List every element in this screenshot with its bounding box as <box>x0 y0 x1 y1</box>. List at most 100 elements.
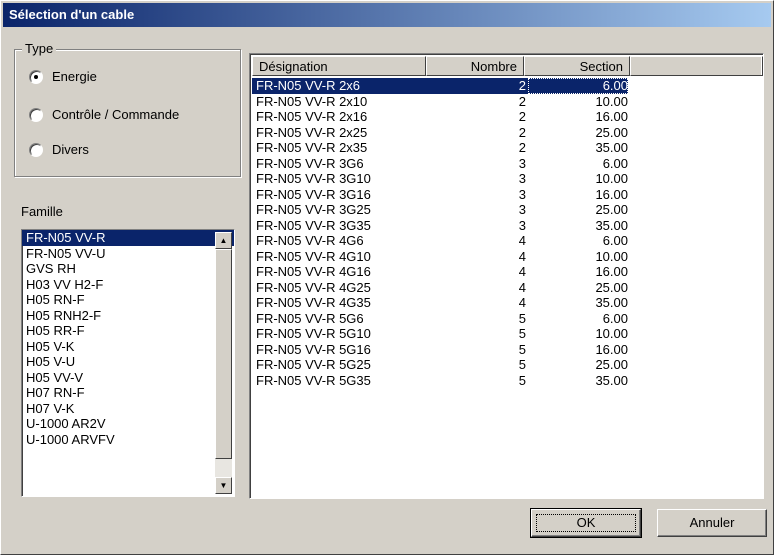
radio-divers-label[interactable]: Divers <box>52 142 89 157</box>
cell-section: 16.00 <box>595 264 628 279</box>
cell-nombre: 4 <box>518 264 526 279</box>
cell-section: 10.00 <box>595 248 628 264</box>
cell-section: 16.00 <box>595 109 628 124</box>
cancel-button[interactable]: Annuler <box>657 509 767 537</box>
cell-designation: FR-N05 VV-R 2x16 <box>256 109 368 124</box>
cell-section: 6.00 <box>602 310 628 326</box>
cell-designation: FR-N05 VV-R 3G6 <box>256 155 364 171</box>
famille-item[interactable]: H07 RN-F <box>22 385 234 401</box>
famille-item[interactable]: H05 V-U <box>22 354 234 370</box>
famille-item[interactable]: U-1000 ARVFV <box>22 432 234 448</box>
cable-row[interactable]: FR-N05 VV-R 4G6 4 6.00 <box>252 233 761 249</box>
cell-designation: FR-N05 VV-R 5G25 <box>256 357 371 372</box>
cable-row[interactable]: FR-N05 VV-R 2x10 2 10.00 <box>252 94 761 110</box>
cell-section: 25.00 <box>595 124 628 140</box>
famille-item[interactable]: U-1000 AR2V <box>22 416 234 432</box>
cable-row[interactable]: FR-N05 VV-R 2x25 2 25.00 <box>252 125 761 141</box>
radio-divers-circle[interactable] <box>29 142 43 157</box>
ok-button[interactable]: OK <box>530 508 642 538</box>
cell-nombre: 2 <box>518 109 526 124</box>
famille-item[interactable]: GVS RH <box>22 261 234 277</box>
cable-row[interactable]: FR-N05 VV-R 2x6 2 6.00 <box>252 78 761 94</box>
column-header-nombre[interactable]: Nombre <box>426 56 524 76</box>
cell-designation: FR-N05 VV-R 4G35 <box>256 295 371 310</box>
cell-designation: FR-N05 VV-R 4G6 <box>256 233 364 248</box>
famille-item[interactable]: FR-N05 VV-U <box>22 246 234 262</box>
cell-designation: FR-N05 VV-R 3G10 <box>256 171 371 186</box>
cell-designation: FR-N05 VV-R 5G16 <box>256 341 371 357</box>
cable-row[interactable]: FR-N05 VV-R 3G10 3 10.00 <box>252 171 761 187</box>
type-groupbox: Type Energie Contrôle / Commande Divers <box>14 41 241 177</box>
cell-nombre: 5 <box>518 372 526 388</box>
radio-divers[interactable]: Divers <box>29 142 89 157</box>
radio-energie-circle[interactable] <box>29 69 43 84</box>
famille-item[interactable]: H05 RR-F <box>22 323 234 339</box>
cable-row[interactable]: FR-N05 VV-R 3G35 3 35.00 <box>252 218 761 234</box>
cell-section: 16.00 <box>595 186 628 202</box>
radio-controle-commande[interactable]: Contrôle / Commande <box>29 107 179 122</box>
cell-section: 6.00 <box>602 155 628 171</box>
cell-nombre: 5 <box>518 326 526 341</box>
famille-item[interactable]: H05 RN-F <box>22 292 234 308</box>
cell-nombre: 2 <box>518 93 526 109</box>
cable-row[interactable]: FR-N05 VV-R 5G16 5 16.00 <box>252 342 761 358</box>
cell-nombre: 4 <box>518 295 526 310</box>
cable-row[interactable]: FR-N05 VV-R 5G10 5 10.00 <box>252 326 761 342</box>
cell-nombre: 2 <box>518 140 526 155</box>
cable-row[interactable]: FR-N05 VV-R 4G35 4 35.00 <box>252 295 761 311</box>
column-header-section[interactable]: Section <box>524 56 630 76</box>
cell-nombre: 5 <box>518 341 526 357</box>
radio-selected-dot <box>34 74 38 79</box>
cell-designation: FR-N05 VV-R 5G10 <box>256 326 371 341</box>
cell-nombre: 3 <box>518 171 526 186</box>
cable-row[interactable]: FR-N05 VV-R 3G25 3 25.00 <box>252 202 761 218</box>
famille-item[interactable]: FR-N05 VV-R <box>22 230 234 246</box>
famille-item[interactable]: H05 RNH2-F <box>22 308 234 324</box>
famille-listbox[interactable]: FR-N05 VV-R FR-N05 VV-U GVS RH H03 VV H2… <box>21 229 235 497</box>
cell-designation: FR-N05 VV-R 2x35 <box>256 140 368 155</box>
radio-energie-label[interactable]: Energie <box>52 69 97 84</box>
cable-row[interactable]: FR-N05 VV-R 2x16 2 16.00 <box>252 109 761 125</box>
listview-body: FR-N05 VV-R 2x6 2 6.00 FR-N05 VV-R 2x10 2 10.… <box>252 78 761 496</box>
cell-section: 10.00 <box>595 171 628 186</box>
cable-row[interactable]: FR-N05 VV-R 5G6 5 6.00 <box>252 311 761 327</box>
radio-controle-commande-circle[interactable] <box>29 107 43 122</box>
cell-section: 16.00 <box>595 341 628 357</box>
cable-row[interactable]: FR-N05 VV-R 4G25 4 25.00 <box>252 280 761 296</box>
cell-section: 25.00 <box>595 279 628 295</box>
scroll-down-arrow-icon[interactable]: ▼ <box>215 477 232 494</box>
famille-item[interactable]: H05 V-K <box>22 339 234 355</box>
cable-row[interactable]: FR-N05 VV-R 5G35 5 35.00 <box>252 373 761 389</box>
cell-section: 35.00 <box>595 140 628 155</box>
cable-row[interactable]: FR-N05 VV-R 4G10 4 10.00 <box>252 249 761 265</box>
cell-designation: FR-N05 VV-R 3G35 <box>256 217 371 233</box>
cell-nombre: 2 <box>518 78 526 93</box>
scroll-thumb[interactable] <box>215 249 232 459</box>
cable-row[interactable]: FR-N05 VV-R 3G16 3 16.00 <box>252 187 761 203</box>
cell-nombre: 3 <box>518 217 526 233</box>
cell-nombre: 3 <box>518 155 526 171</box>
cable-row[interactable]: FR-N05 VV-R 5G25 5 25.00 <box>252 357 761 373</box>
cell-nombre: 5 <box>518 357 526 372</box>
cell-nombre: 4 <box>518 279 526 295</box>
famille-item[interactable]: H07 V-K <box>22 401 234 417</box>
cell-designation: FR-N05 VV-R 2x25 <box>256 124 368 140</box>
window-title: Sélection d'un cable <box>3 3 771 27</box>
cable-row[interactable]: FR-N05 VV-R 4G16 4 16.00 <box>252 264 761 280</box>
cell-designation: FR-N05 VV-R 3G16 <box>256 186 371 202</box>
famille-label: Famille <box>21 204 63 219</box>
radio-energie[interactable]: Energie <box>29 69 97 84</box>
cell-nombre: 4 <box>518 248 526 264</box>
column-header-designation[interactable]: Désignation <box>252 56 426 76</box>
radio-controle-commande-label[interactable]: Contrôle / Commande <box>52 107 179 122</box>
cell-designation: FR-N05 VV-R 2x10 <box>256 93 368 109</box>
cell-section: 35.00 <box>595 372 628 388</box>
famille-item[interactable]: H03 VV H2-F <box>22 277 234 293</box>
cable-row[interactable]: FR-N05 VV-R 2x35 2 35.00 <box>252 140 761 156</box>
famille-scrollbar[interactable]: ▲ ▼ <box>215 232 232 494</box>
listview-header: Désignation Nombre Section <box>252 56 763 76</box>
cable-listview[interactable]: Désignation Nombre Section FR-N05 VV-R 2… <box>249 53 764 499</box>
famille-item[interactable]: H05 VV-V <box>22 370 234 386</box>
cable-row[interactable]: FR-N05 VV-R 3G6 3 6.00 <box>252 156 761 172</box>
scroll-up-arrow-icon[interactable]: ▲ <box>215 232 232 249</box>
